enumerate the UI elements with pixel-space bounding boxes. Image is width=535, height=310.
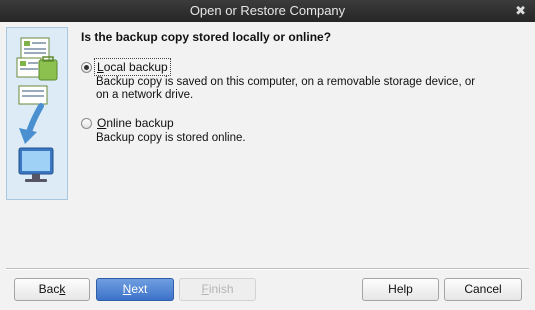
window-title: Open or Restore Company: [189, 3, 346, 18]
arrow-down-icon: [19, 103, 44, 144]
back-button[interactable]: Back: [14, 278, 90, 301]
online-backup-radio-option[interactable]: Online backup: [81, 115, 176, 131]
local-backup-label[interactable]: Local backup: [94, 58, 171, 76]
dialog-question: Is the backup copy stored locally or onl…: [81, 30, 332, 44]
title-bar: Open or Restore Company ✖: [0, 0, 535, 22]
finish-button[interactable]: Finish: [179, 278, 256, 301]
wizard-illustration: [16, 37, 58, 182]
online-backup-radio[interactable]: [81, 117, 92, 129]
online-backup-label[interactable]: Online backup: [95, 115, 176, 131]
open-restore-dialog: Open or Restore Company ✖ Is the backup …: [0, 0, 535, 310]
local-backup-radio-option[interactable]: Local backup: [81, 58, 171, 76]
online-backup-description: Backup copy is stored online.: [96, 132, 246, 144]
document-stack-icon: [16, 37, 58, 105]
local-backup-radio[interactable]: [81, 61, 92, 73]
footer-separator: [6, 268, 529, 270]
wizard-side-panel: [6, 27, 68, 200]
cancel-button[interactable]: Cancel: [444, 278, 522, 301]
local-backup-description: Backup copy is saved on this computer, o…: [96, 76, 476, 101]
computer-monitor-icon: [18, 147, 54, 182]
help-button[interactable]: Help: [362, 278, 439, 301]
next-button[interactable]: Next: [96, 278, 174, 301]
close-icon[interactable]: ✖: [515, 0, 526, 22]
